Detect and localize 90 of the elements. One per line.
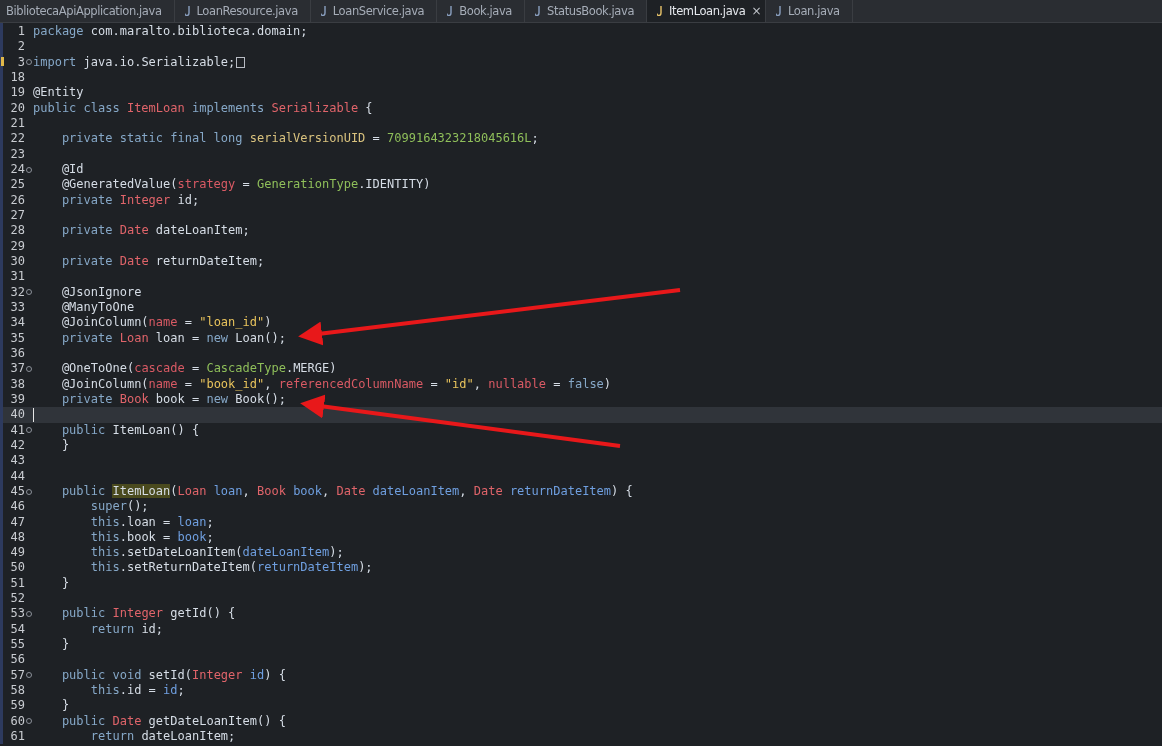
line-number: 41 xyxy=(9,422,25,438)
code-line: @JoinColumn(name = "loan_id") xyxy=(60,315,272,331)
code-line: } xyxy=(60,698,70,714)
line-number: 56 xyxy=(9,652,25,668)
line-number: 28 xyxy=(9,223,25,239)
line-number: 54 xyxy=(9,621,25,638)
code-line: import java.io.Serializable; xyxy=(33,54,236,70)
file-tab[interactable]: ItemLoan.java × xyxy=(647,0,767,22)
line-number: 43 xyxy=(9,453,25,469)
line-number: 20 xyxy=(9,100,25,116)
code-line: public ItemLoan() { xyxy=(60,422,200,438)
code-line: } xyxy=(60,575,70,592)
line-number: 24 xyxy=(9,161,25,178)
line-number: 45 xyxy=(9,483,25,500)
code-line: this.setReturnDateItem(returnDateItem); xyxy=(89,560,373,576)
line-number: 29 xyxy=(9,238,25,254)
code-line: return id; xyxy=(89,621,164,638)
file-tab[interactable]: LoanService.java xyxy=(310,0,438,22)
line-number: 44 xyxy=(9,468,25,484)
line-number: 2 xyxy=(16,39,25,55)
line-number: 60 xyxy=(9,713,25,730)
line-number: 47 xyxy=(9,514,25,530)
line-number: 58 xyxy=(9,683,25,699)
code-line: super(); xyxy=(89,499,149,515)
line-number: 34 xyxy=(9,315,25,331)
code-line: public Integer getId() { xyxy=(60,606,236,622)
line-number: 52 xyxy=(9,591,25,607)
code-line: } xyxy=(60,637,70,653)
file-tab[interactable]: Loan.java xyxy=(766,0,853,22)
line-number: 32 xyxy=(9,284,25,300)
folded-code-icon[interactable] xyxy=(236,56,246,68)
code-line: private Loan loan = new Loan(); xyxy=(60,330,286,346)
file-tab[interactable]: LoanResource.java xyxy=(174,0,311,22)
line-number: 59 xyxy=(9,698,25,714)
code-line: @OneToOne(cascade = CascadeType.MERGE) xyxy=(60,361,337,377)
line-number: 39 xyxy=(9,391,25,408)
code-line: @JsonIgnore xyxy=(60,284,142,300)
code-line: } xyxy=(60,437,70,454)
line-number: 55 xyxy=(9,637,25,653)
line-number: 3 xyxy=(16,54,25,70)
line-number: 53 xyxy=(9,606,25,622)
code-line: public class ItemLoan implements Serializable { xyxy=(33,100,373,116)
code-line: public Date getDateLoanItem() { xyxy=(60,713,286,730)
line-number: 19 xyxy=(9,85,25,101)
line-number: 37 xyxy=(9,361,25,377)
code-line: @GeneratedValue(strategy = GenerationType.IDENTITY) xyxy=(60,177,431,193)
line-number: 48 xyxy=(9,529,25,546)
line-number: 33 xyxy=(9,299,25,316)
code-line: private Date returnDateItem; xyxy=(60,253,265,270)
code-line: @Entity xyxy=(33,85,84,101)
code-line: this.book = book; xyxy=(89,529,214,546)
text-cursor xyxy=(33,407,34,422)
close-tab-button[interactable]: × xyxy=(751,4,762,18)
line-number: 30 xyxy=(9,253,25,270)
line-number: 46 xyxy=(9,499,25,515)
line-number: 50 xyxy=(9,560,25,576)
line-number: 61 xyxy=(9,729,25,745)
line-number: 42 xyxy=(9,437,25,454)
code-line: @ManyToOne xyxy=(60,299,135,316)
line-number: 18 xyxy=(9,70,25,86)
line-number: 27 xyxy=(9,207,25,224)
code-line: @Id xyxy=(60,161,84,178)
line-number: 22 xyxy=(9,131,25,147)
line-number: 31 xyxy=(9,269,25,285)
line-number: 40 xyxy=(9,407,25,423)
code-line: @JoinColumn(name = "book_id", referencedColumnName = "id", nullable = false) xyxy=(60,376,612,392)
code-line: private Book book = new Book(); xyxy=(60,391,286,408)
code-line: private Date dateLoanItem; xyxy=(60,223,250,239)
code-line: private Integer id; xyxy=(60,192,200,208)
file-tab[interactable]: BibliotecaApiApplication.java xyxy=(0,0,175,22)
line-number: 51 xyxy=(9,575,25,592)
line-number: 25 xyxy=(9,177,25,193)
line-number: 26 xyxy=(9,192,25,208)
code-line: public void setId(Integer id) { xyxy=(60,667,286,684)
line-number: 49 xyxy=(9,545,25,561)
code-line: package com.maralto.biblioteca.domain; xyxy=(33,24,308,40)
line-number: 35 xyxy=(9,330,25,346)
code-line: this.setDateLoanItem(dateLoanItem); xyxy=(89,545,344,561)
line-number: 23 xyxy=(9,146,25,162)
code-line: public ItemLoan(Loan loan, Book book, Date dateLoanItem, Date returnDateItem) { xyxy=(60,483,633,500)
line-number: 38 xyxy=(9,376,25,392)
code-line: this.id = id; xyxy=(89,683,185,699)
code-line: this.loan = loan; xyxy=(89,514,214,530)
code-line: private static final long serialVersionUID = 7099164323218045616L; xyxy=(60,131,539,147)
code-line: return dateLoanItem; xyxy=(89,729,236,745)
line-number: 57 xyxy=(9,667,25,684)
file-tab[interactable]: Book.java xyxy=(437,0,526,22)
line-number: 1 xyxy=(16,24,25,40)
line-number: 36 xyxy=(9,345,25,362)
line-number: 21 xyxy=(9,115,25,132)
